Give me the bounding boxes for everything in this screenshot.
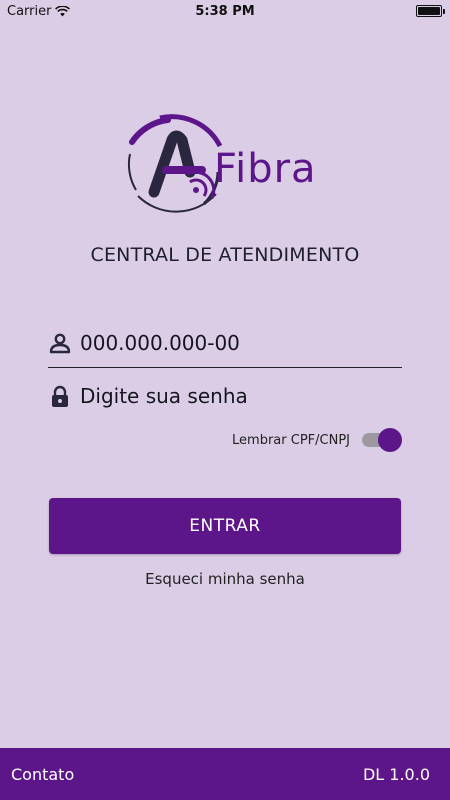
cpf-field[interactable] <box>48 318 402 368</box>
logo-arc-outer <box>129 117 171 145</box>
battery-nub <box>443 9 445 14</box>
remember-toggle[interactable] <box>362 428 402 452</box>
contact-link[interactable]: Contato <box>11 765 74 784</box>
enter-button[interactable]: ENTRAR <box>49 498 401 554</box>
battery-icon <box>416 5 445 17</box>
remember-row: Lembrar CPF/CNPJ <box>232 428 402 452</box>
battery-fill <box>418 7 440 15</box>
user-icon <box>49 333 71 353</box>
status-time: 5:38 PM <box>195 4 255 19</box>
logo-signal-dot <box>193 187 199 193</box>
forgot-password-link[interactable]: Esqueci minha senha <box>0 570 450 588</box>
cpf-input[interactable] <box>80 330 390 355</box>
toggle-knob <box>378 428 402 452</box>
password-field[interactable] <box>48 376 402 416</box>
logo-wordmark: Fibra <box>214 146 317 192</box>
page-title: CENTRAL DE ATENDIMENTO <box>90 244 360 266</box>
logo-arc-left <box>127 153 137 191</box>
logo-letter-a <box>148 130 196 198</box>
version-label: DL 1.0.0 <box>362 764 430 784</box>
status-bar: Carrier 5:38 PM <box>0 0 450 22</box>
password-input[interactable] <box>80 384 390 408</box>
remember-label: Lembrar CPF/CNPJ <box>232 432 350 448</box>
lock-icon <box>52 385 68 407</box>
footer-bar: Contato DL 1.0.0 <box>0 748 450 800</box>
